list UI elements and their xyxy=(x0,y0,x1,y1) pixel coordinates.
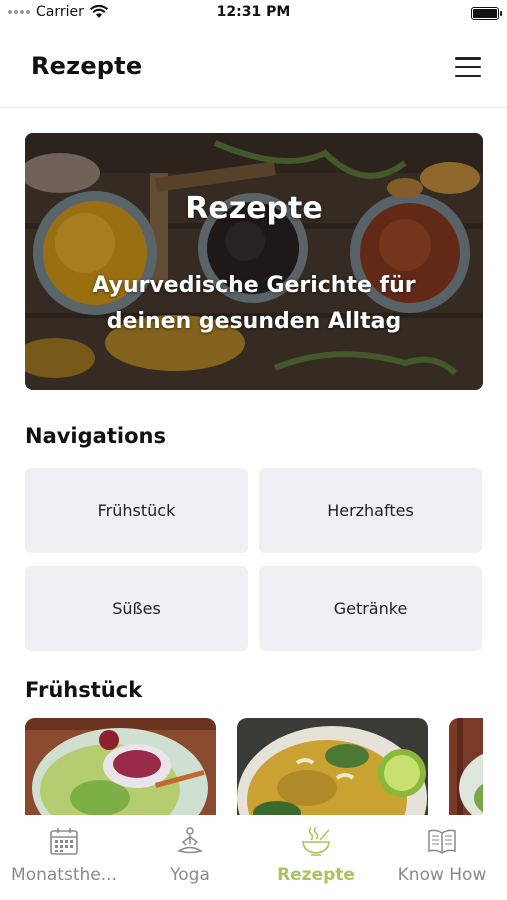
nav-tile-herzhaftes[interactable]: Herzhaftes xyxy=(259,468,482,553)
tab-monatsthema[interactable]: Monatsthe... xyxy=(1,815,127,900)
hero-title: Rezepte xyxy=(185,191,323,226)
status-bar: Carrier 12:31 PM xyxy=(0,0,507,28)
bowl-icon xyxy=(302,826,330,856)
tab-bar: Monatsthe... Yoga Rezepte Know How xyxy=(0,815,507,900)
tab-label: Monatsthe... xyxy=(11,865,117,885)
nav-tile-fruehstueck[interactable]: Frühstück xyxy=(25,468,248,553)
recipe-card[interactable] xyxy=(449,718,483,815)
tab-label: Know How xyxy=(397,865,487,885)
recipe-card[interactable] xyxy=(25,718,216,815)
hero-banner: Rezepte Ayurvedische Gerichte für deinen… xyxy=(25,133,483,390)
recipe-image xyxy=(449,718,483,815)
battery-icon xyxy=(471,7,502,20)
page-title: Rezepte xyxy=(31,52,143,80)
nav-tile-getraenke[interactable]: Getränke xyxy=(259,566,482,651)
navigation-section-title: Navigations xyxy=(25,424,166,448)
recipe-image xyxy=(237,718,428,815)
recipe-image xyxy=(25,718,216,815)
yoga-icon xyxy=(177,827,203,854)
app-header: Rezepte xyxy=(0,40,507,108)
tab-yoga[interactable]: Yoga xyxy=(127,815,253,900)
nav-tile-suesses[interactable]: Süßes xyxy=(25,566,248,651)
tab-know-how[interactable]: Know How xyxy=(379,815,505,900)
tab-label: Yoga xyxy=(170,865,210,885)
tab-rezepte[interactable]: Rezepte xyxy=(253,815,379,900)
recipe-carousel[interactable] xyxy=(25,718,483,815)
calendar-icon xyxy=(50,828,78,855)
hero-subtitle: Ayurvedische Gerichte für deinen gesunde… xyxy=(92,273,416,334)
status-time: 12:31 PM xyxy=(216,4,291,20)
hamburger-menu-button[interactable] xyxy=(455,57,481,77)
recipe-card[interactable] xyxy=(237,718,428,815)
breakfast-section-title: Frühstück xyxy=(25,678,143,702)
tab-label: Rezepte xyxy=(277,865,355,885)
book-icon xyxy=(428,829,456,854)
